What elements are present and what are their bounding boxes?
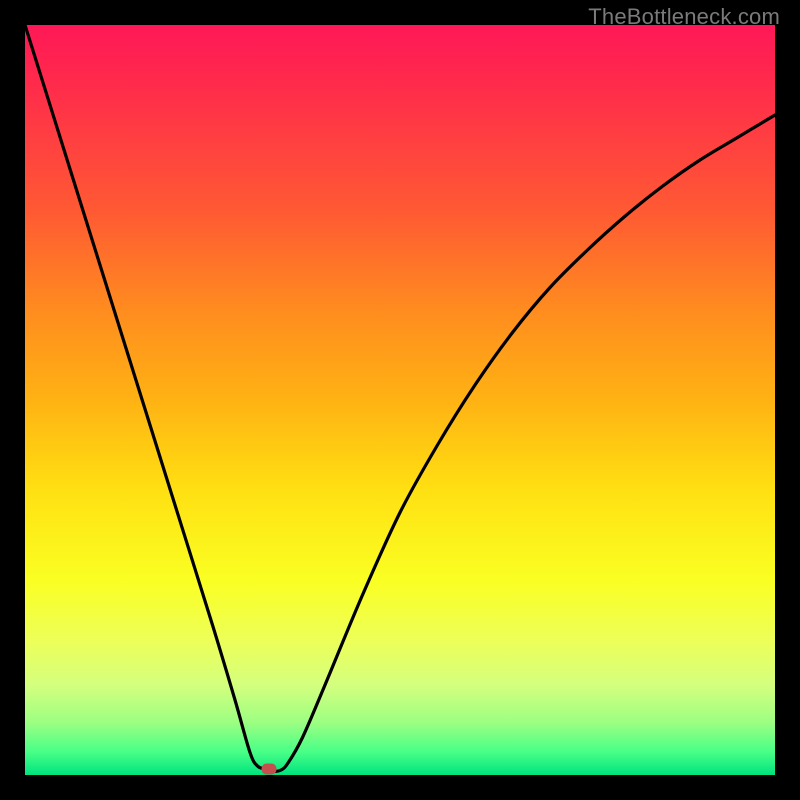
watermark-text: TheBottleneck.com: [588, 4, 780, 30]
curve-svg: [25, 25, 775, 775]
data-marker: [261, 764, 276, 775]
plot-area: [25, 25, 775, 775]
curve-path: [25, 25, 775, 771]
chart-container: TheBottleneck.com: [0, 0, 800, 800]
